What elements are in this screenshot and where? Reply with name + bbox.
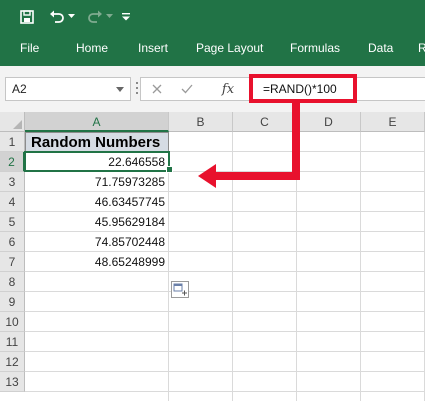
undo-dropdown-icon[interactable] <box>66 0 76 33</box>
tab-home[interactable]: Home <box>76 33 108 66</box>
tab-page-layout[interactable]: Page Layout <box>196 33 263 66</box>
row-header-8[interactable]: 8 <box>0 272 25 292</box>
formula-bar: A2 fx =RAND()*100 <box>0 66 425 113</box>
name-box-value: A2 <box>12 82 27 96</box>
enter-check-icon[interactable] <box>177 78 197 100</box>
row-header-10[interactable]: 10 <box>0 312 25 332</box>
row-header-9[interactable]: 9 <box>0 292 25 312</box>
cell-a6[interactable]: 74.85702448 <box>25 232 165 252</box>
formula-bar-buttons: fx <box>140 77 252 101</box>
active-cell-border <box>24 151 170 172</box>
column-title: Random Numbers <box>31 134 161 151</box>
name-box-dropdown-icon[interactable] <box>116 87 124 92</box>
cancel-entry-icon[interactable] <box>147 78 167 100</box>
row-header-4[interactable]: 4 <box>0 192 25 212</box>
undo-icon[interactable] <box>48 0 66 33</box>
quick-access-toolbar <box>0 0 425 33</box>
redo-icon[interactable] <box>86 0 104 33</box>
save-icon[interactable] <box>16 0 38 33</box>
row-header-12[interactable]: 12 <box>0 352 25 372</box>
insert-function-icon[interactable]: fx <box>217 78 239 100</box>
quick-analysis-icon <box>173 283 187 296</box>
gridline <box>360 132 361 401</box>
gridline <box>25 331 425 332</box>
gridline <box>25 351 425 352</box>
formula-bar-resize-handle[interactable] <box>136 82 139 96</box>
gridline <box>232 132 233 401</box>
row-header-13[interactable]: 13 <box>0 372 25 392</box>
gridline <box>25 371 425 372</box>
row-header-1[interactable]: 1 <box>0 132 25 152</box>
customize-toolbar-icon[interactable] <box>120 0 132 33</box>
worksheet-grid: A B C D E 1 2 3 4 5 6 7 8 9 10 11 12 13 … <box>0 112 425 401</box>
tab-formulas[interactable]: Formulas <box>290 33 340 66</box>
ribbon-tabs: File Home Insert Page Layout Formulas Da… <box>0 33 425 66</box>
row-header-2[interactable]: 2 <box>0 152 25 172</box>
row-header-11[interactable]: 11 <box>0 332 25 352</box>
row-header-7[interactable]: 7 <box>0 252 25 272</box>
name-box[interactable]: A2 <box>5 77 131 101</box>
gridline <box>25 391 425 392</box>
redo-dropdown-icon[interactable] <box>104 0 114 33</box>
row-header-3[interactable]: 3 <box>0 172 25 192</box>
column-header-a[interactable]: A <box>25 112 169 132</box>
cell-a5[interactable]: 45.95629184 <box>25 212 165 232</box>
column-header-d[interactable]: D <box>297 112 361 132</box>
tab-insert[interactable]: Insert <box>138 33 168 66</box>
gridline <box>25 311 425 312</box>
row-header-6[interactable]: 6 <box>0 232 25 252</box>
gridline <box>296 132 297 401</box>
gridline <box>25 291 425 292</box>
row-header-5[interactable]: 5 <box>0 212 25 232</box>
cell-a4[interactable]: 46.63457745 <box>25 192 165 212</box>
select-all-button[interactable] <box>0 112 25 132</box>
cell-a1[interactable]: Random Numbers <box>25 132 169 152</box>
column-header-b[interactable]: B <box>169 112 233 132</box>
column-header-e[interactable]: E <box>361 112 425 132</box>
tab-data[interactable]: Data <box>368 33 393 66</box>
tab-review[interactable]: R <box>418 33 425 66</box>
column-header-c[interactable]: C <box>233 112 297 132</box>
fill-handle[interactable] <box>166 166 173 173</box>
formula-highlight-box <box>249 74 357 103</box>
quick-analysis-button[interactable] <box>171 281 189 298</box>
cell-a3[interactable]: 71.75973285 <box>25 172 165 192</box>
cell-a7[interactable]: 48.65248999 <box>25 252 165 272</box>
tab-file[interactable]: File <box>20 33 39 66</box>
